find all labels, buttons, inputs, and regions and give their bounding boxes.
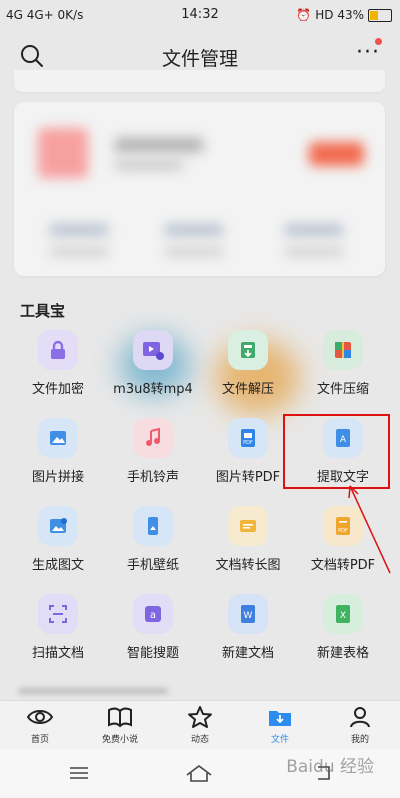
svg-text:PDF: PDF xyxy=(243,440,253,446)
next-section-blur xyxy=(14,688,385,698)
home-nav-icon[interactable] xyxy=(184,761,214,785)
tab-free-novels[interactable]: 免费小说 xyxy=(80,705,160,745)
card-stat-blur-2 xyxy=(164,224,224,236)
scan-icon xyxy=(38,594,78,634)
status-right: ⏰ HD 43% xyxy=(296,8,392,22)
tool-label: 扫描文档 xyxy=(31,646,84,661)
page-title: 文件管理 xyxy=(161,48,238,70)
tool-image-stitch[interactable]: 图片拼接 xyxy=(10,418,106,488)
tool-phone-wallpaper[interactable]: 手机壁纸 xyxy=(105,506,201,576)
tab-label: 文件 xyxy=(270,735,289,745)
tab-home[interactable]: 首页 xyxy=(0,705,80,745)
tool-m3u8-to-mp4[interactable]: m3u8转mp4 xyxy=(105,330,201,400)
tab-files[interactable]: 文件 xyxy=(240,705,320,745)
music-icon xyxy=(133,418,173,458)
tool-label: 新建表格 xyxy=(316,646,369,661)
lock-icon xyxy=(38,330,78,370)
svg-text:a: a xyxy=(150,610,156,621)
tool-zip[interactable]: 文件压缩 xyxy=(295,330,391,400)
status-bar: 4G 4G+ 0K/s 14:32 ⏰ HD 43% xyxy=(0,0,400,30)
word-doc-icon: W xyxy=(228,594,268,634)
storage-card-top xyxy=(14,70,385,92)
svg-text:W: W xyxy=(244,611,253,621)
tool-label: 文件压缩 xyxy=(316,382,369,397)
card-text-blur xyxy=(114,138,204,152)
tool-label: 图片转PDF xyxy=(215,470,281,485)
tool-label: 生成图文 xyxy=(31,558,84,573)
tools-section-title: 工具宝 xyxy=(20,302,66,320)
tool-smart-search[interactable]: a 智能搜题 xyxy=(105,594,201,664)
status-right-text: HD 43% xyxy=(315,8,364,22)
annotation-arrow-icon xyxy=(348,485,391,574)
tab-label: 动态 xyxy=(190,735,209,745)
tool-generate-image-text[interactable]: 生成图文 xyxy=(10,506,106,576)
tab-label: 我的 xyxy=(350,735,369,745)
tool-new-document[interactable]: W 新建文档 xyxy=(200,594,296,664)
tool-label: 文件加密 xyxy=(31,382,84,397)
card-image-blur xyxy=(38,128,88,178)
menu-nav-icon[interactable] xyxy=(64,761,94,785)
tool-label: 手机壁纸 xyxy=(126,558,179,573)
alarm-icon: ⏰ xyxy=(296,8,312,22)
doc-long-image-icon xyxy=(228,506,268,546)
card-stat-sub-blur-2 xyxy=(164,247,224,256)
tool-image-to-pdf[interactable]: PDF 图片转PDF xyxy=(200,418,296,488)
pdf-icon: PDF xyxy=(228,418,268,458)
tab-feed[interactable]: 动态 xyxy=(160,705,240,745)
image-text-icon xyxy=(38,506,78,546)
notification-dot xyxy=(375,38,382,45)
promo-card[interactable] xyxy=(14,102,385,276)
tab-label: 首页 xyxy=(30,735,49,745)
phone-wallpaper-icon xyxy=(133,506,173,546)
tool-unzip[interactable]: 文件解压 xyxy=(200,330,296,400)
tab-label: 免费小说 xyxy=(101,735,138,745)
card-stat-blur-3 xyxy=(284,224,344,236)
excel-icon: X xyxy=(323,594,363,634)
watermark: Baidu 经验 xyxy=(286,757,374,777)
more-button[interactable]: ··· xyxy=(356,42,386,64)
tool-label: 图片拼接 xyxy=(31,470,84,485)
file-download-icon xyxy=(240,705,320,729)
tool-label: 文档转长图 xyxy=(215,558,281,573)
battery-icon xyxy=(368,8,392,22)
tool-label: 新建文档 xyxy=(221,646,274,661)
unzip-icon xyxy=(228,330,268,370)
tool-scan-document[interactable]: 扫描文档 xyxy=(10,594,106,664)
image-icon xyxy=(38,418,78,458)
video-convert-icon xyxy=(133,330,173,370)
tool-label: 文件解压 xyxy=(221,382,274,397)
tool-new-spreadsheet[interactable]: X 新建表格 xyxy=(295,594,391,664)
tab-me[interactable]: 我的 xyxy=(320,705,400,745)
user-icon xyxy=(320,705,400,729)
card-stat-blur-1 xyxy=(49,224,109,236)
next-section-text-blur xyxy=(18,688,168,694)
star-icon xyxy=(160,705,240,729)
tool-doc-to-long-image[interactable]: 文档转长图 xyxy=(200,506,296,576)
card-text-blur-2 xyxy=(114,160,184,170)
svg-text:X: X xyxy=(340,611,346,621)
bottom-tab-bar: 首页 免费小说 动态 文件 我的 xyxy=(0,700,400,749)
tool-label: 智能搜题 xyxy=(126,646,179,661)
book-icon xyxy=(80,705,160,729)
tool-label: 手机铃声 xyxy=(126,470,179,485)
tool-label: m3u8转mp4 xyxy=(113,382,193,397)
card-stat-sub-blur-3 xyxy=(284,247,344,256)
tool-ringtone[interactable]: 手机铃声 xyxy=(105,418,201,488)
smart-search-icon: a xyxy=(133,594,173,634)
eye-icon xyxy=(0,705,80,729)
card-button-blur xyxy=(309,142,364,166)
zip-icon xyxy=(323,330,363,370)
tool-file-encrypt[interactable]: 文件加密 xyxy=(10,330,106,400)
card-stat-sub-blur-1 xyxy=(49,247,109,256)
